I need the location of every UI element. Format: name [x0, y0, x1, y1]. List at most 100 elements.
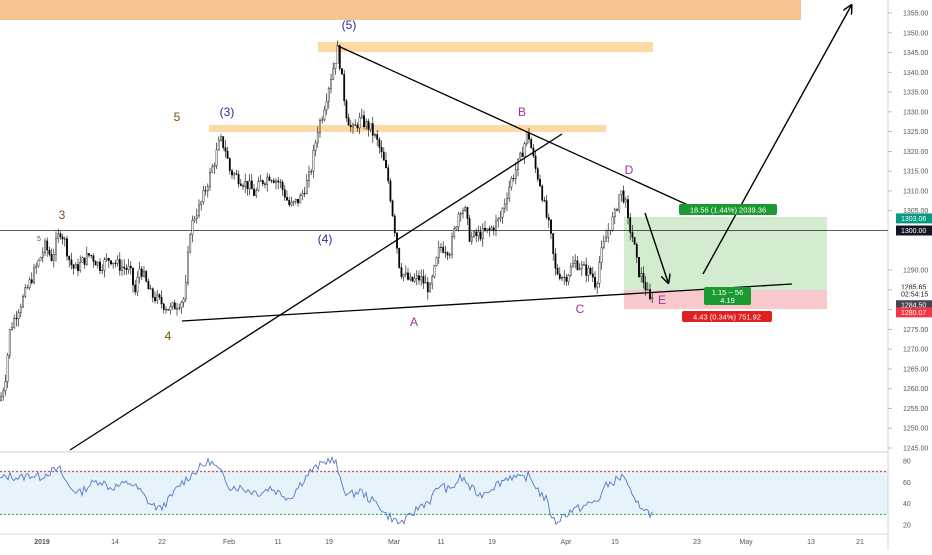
wave-label-c: C	[576, 302, 585, 316]
wave-label-b: B	[518, 105, 526, 119]
candle-down	[556, 268, 559, 275]
price-tick-label: 1340.00	[903, 70, 928, 77]
candle-down	[565, 276, 568, 282]
candle-down	[638, 257, 640, 277]
candle-up	[369, 123, 372, 130]
candle-down	[398, 248, 401, 268]
candle-up	[143, 271, 145, 277]
resistance-zone-upper[interactable]	[318, 42, 653, 52]
candle-up	[314, 142, 317, 151]
candle-up	[22, 296, 24, 308]
price-tick-label: 1245.00	[903, 446, 928, 453]
candle-down	[94, 261, 97, 266]
candle-up	[519, 152, 522, 160]
price-tick-label: 1255.00	[903, 406, 928, 413]
candle-up	[37, 259, 40, 267]
candle-up	[310, 171, 313, 173]
candle-up	[259, 180, 262, 182]
rsi-tick-label: 20	[903, 523, 911, 530]
candle-up	[149, 288, 152, 290]
candle-up	[180, 302, 183, 309]
candle-down	[70, 259, 73, 266]
candle-down	[492, 227, 495, 231]
candle-up	[572, 263, 574, 268]
candle-up	[651, 296, 654, 300]
candle-down	[585, 264, 588, 276]
time-tick-label: 19	[488, 539, 496, 546]
candle-up	[523, 143, 526, 157]
candle-down	[594, 277, 596, 288]
candle-up	[26, 287, 29, 289]
candle-up	[358, 117, 361, 129]
candle-up	[514, 169, 517, 179]
candle-up	[510, 178, 513, 188]
candle-up	[415, 275, 418, 279]
candle-up	[646, 289, 649, 291]
candle-down	[407, 272, 409, 280]
wave-label-4-major: (4)	[318, 232, 333, 246]
price-tag-label: 02:54:15	[901, 292, 928, 299]
candle-up	[299, 195, 302, 204]
time-tick-label: 23	[693, 539, 701, 546]
candle-up	[431, 276, 434, 285]
price-tick-label: 1335.00	[903, 90, 928, 97]
candle-up	[156, 294, 159, 302]
wave-label-3-minor: 3	[59, 208, 66, 222]
candle-up	[171, 302, 174, 307]
candle-down	[543, 200, 546, 202]
candle-down	[356, 124, 359, 129]
candle-down	[228, 158, 231, 171]
candle-down	[226, 150, 229, 159]
candle-up	[275, 180, 277, 183]
rsi-axis[interactable]: 80 60 40 20	[903, 459, 911, 530]
candle-up	[321, 119, 324, 121]
candle-up	[165, 309, 167, 311]
time-tick-label: 13	[807, 539, 815, 546]
candle-down	[114, 262, 117, 264]
price-chart[interactable]: (5) (3) (4) 5 3 5 4 B D A C E 18.56 (1.4…	[0, 0, 932, 550]
time-tick-label: Apr	[561, 539, 573, 546]
candle-up	[451, 236, 453, 255]
candle-down	[125, 268, 128, 270]
resistance-zone-lower[interactable]	[209, 125, 606, 132]
candle-down	[231, 170, 233, 176]
supply-zone-top[interactable]	[0, 0, 801, 20]
time-axis[interactable]: 2019 14 22 Feb 11 19 Mar 11 19 Apr 15 23 May 13 21	[34, 539, 864, 546]
candle-down	[286, 197, 288, 201]
candle-down	[66, 238, 68, 257]
candle-up	[624, 199, 627, 203]
candle-up	[184, 282, 187, 300]
chart-stage: (5) (3) (4) 5 3 5 4 B D A C E 18.56 (1.4…	[0, 0, 932, 550]
candle-down	[550, 219, 552, 234]
candle-up	[169, 306, 172, 311]
candle-up	[213, 165, 216, 168]
candle-down	[237, 174, 240, 185]
candle-down	[558, 273, 561, 279]
candle-up	[187, 251, 189, 283]
candle-down	[382, 151, 385, 161]
candle-down	[426, 281, 429, 293]
candle-up	[413, 278, 416, 282]
target-zone[interactable]	[624, 217, 827, 290]
candle-down	[393, 215, 396, 234]
candle-down	[345, 100, 348, 118]
candle-up	[365, 120, 368, 127]
candle-down	[349, 125, 352, 128]
candle-down	[444, 252, 447, 254]
candle-down	[132, 267, 134, 286]
candle-down	[418, 275, 420, 281]
candle-down	[466, 207, 469, 219]
candle-up	[525, 132, 528, 144]
candle-down	[400, 267, 403, 277]
candle-up	[248, 180, 251, 190]
candle-down	[61, 236, 64, 240]
candle-up	[198, 204, 200, 217]
candle-up	[440, 246, 442, 248]
wave-label-5-minor: 5	[174, 110, 181, 124]
candle-up	[374, 134, 376, 136]
candle-up	[503, 203, 506, 209]
candle-down	[224, 147, 227, 152]
price-tags: 1303.061300.001285.6502:54:151284.501280…	[896, 213, 932, 318]
candle-down	[30, 279, 33, 283]
candle-up	[74, 264, 77, 269]
